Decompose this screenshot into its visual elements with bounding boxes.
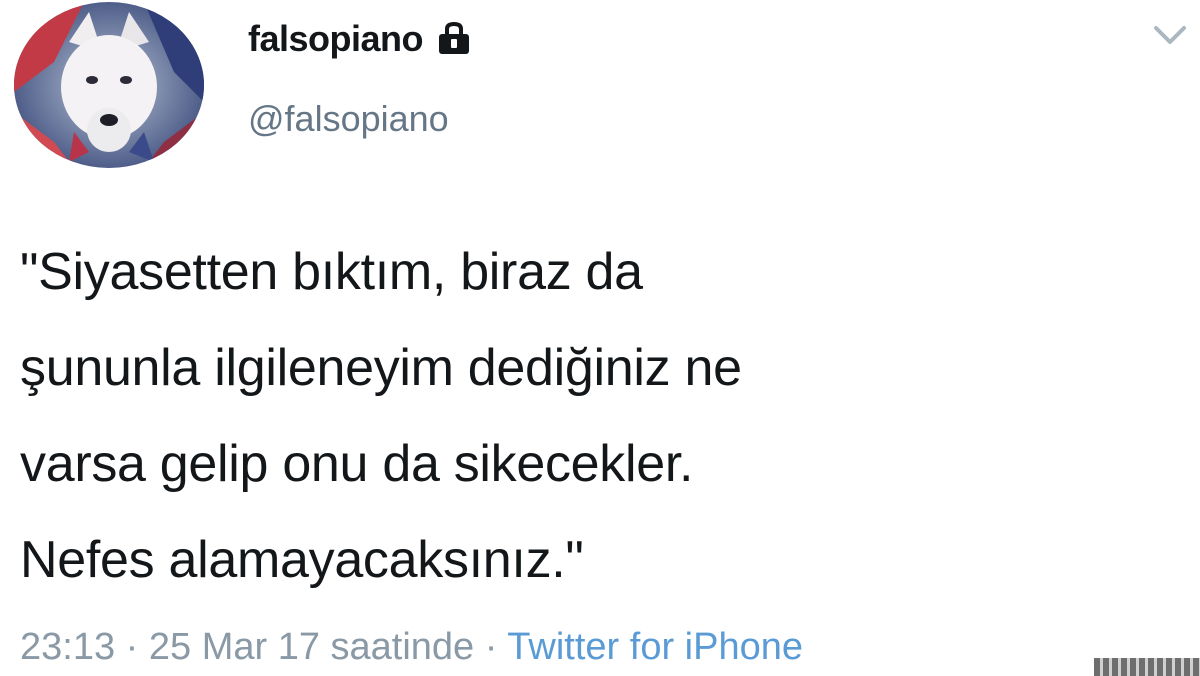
meta-separator: · <box>125 626 139 668</box>
user-handle[interactable]: @falsopiano <box>248 98 449 140</box>
chevron-down-icon[interactable] <box>1150 20 1190 50</box>
display-name-row: falsopiano <box>248 14 471 64</box>
tweet-time[interactable]: 23:13 <box>20 626 115 668</box>
display-name[interactable]: falsopiano <box>248 18 424 60</box>
avatar[interactable] <box>14 2 204 168</box>
tweet-source-link[interactable]: Twitter for iPhone <box>507 626 803 668</box>
watermark-strip <box>1094 658 1200 676</box>
tweet-card: falsopiano @falsopiano "Siyasetten bıktı… <box>0 0 1200 676</box>
meta-separator: · <box>484 626 498 668</box>
tweet-meta: 23:13 · 25 Mar 17 saatinde · Twitter for… <box>20 626 803 669</box>
tweet-text: "Siyasetten bıktım, biraz da şununla ilg… <box>20 243 742 589</box>
tweet-date[interactable]: 25 Mar 17 saatinde <box>149 626 474 668</box>
lock-icon <box>437 21 471 56</box>
avatar-image <box>14 2 204 168</box>
